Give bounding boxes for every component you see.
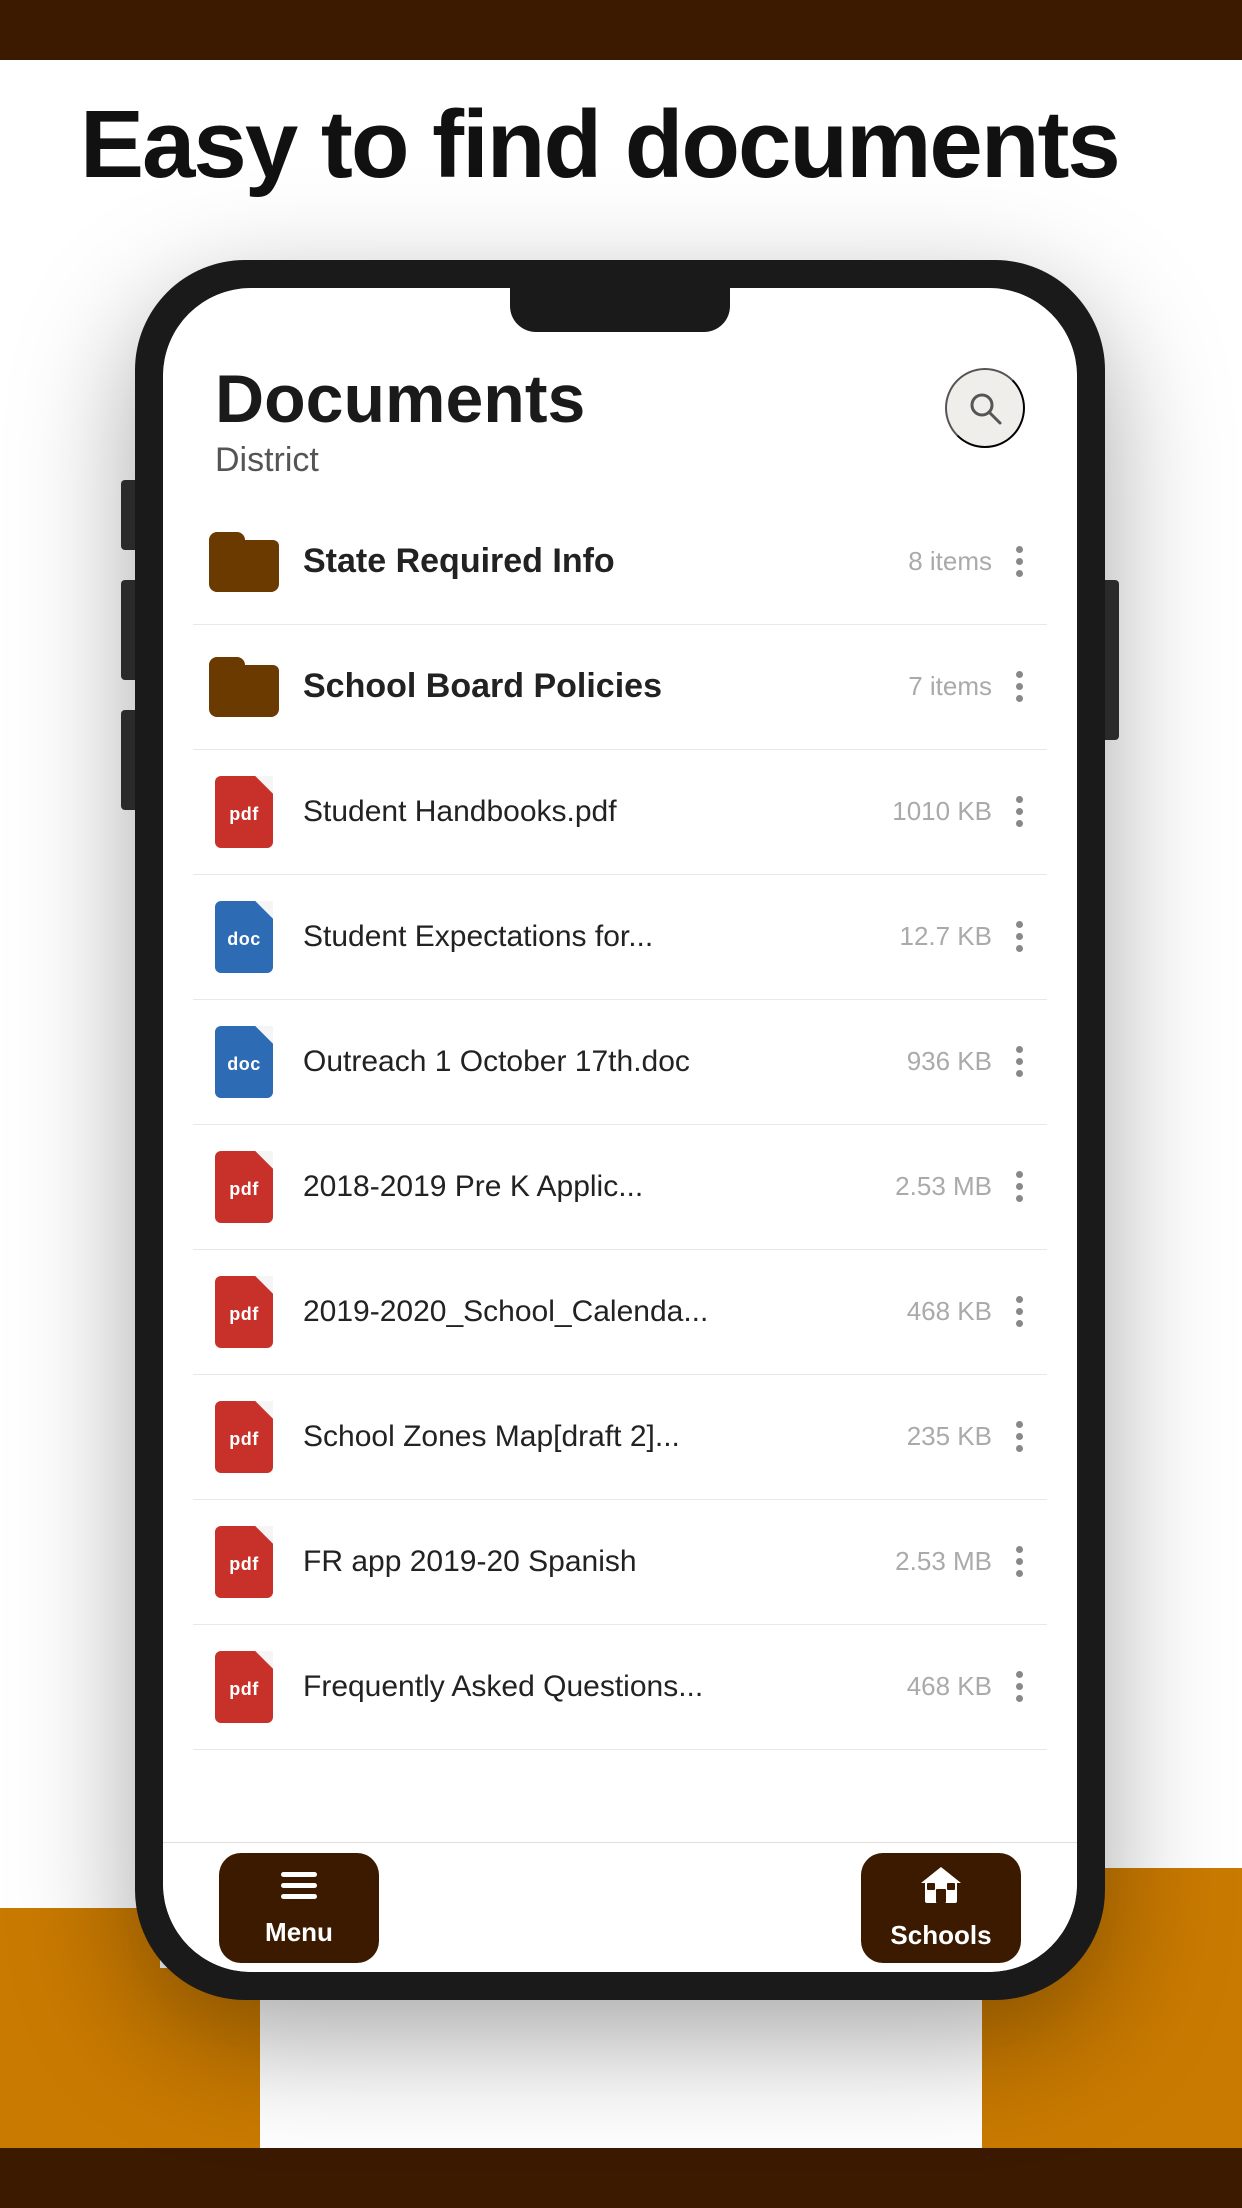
list-item[interactable]: doc Outreach 1 October 17th.doc 936 KB — [193, 1000, 1047, 1125]
phone-screen: Documents District — [163, 288, 1077, 1972]
more-button[interactable] — [1008, 1538, 1031, 1585]
bottom-bar — [0, 2148, 1242, 2208]
schools-icon — [921, 1865, 961, 1912]
pdf-icon: pdf — [209, 1147, 279, 1227]
more-button[interactable] — [1008, 788, 1031, 835]
list-item[interactable]: pdf School Zones Map[draft 2]... 235 KB — [193, 1375, 1047, 1500]
list-item[interactable]: School Board Policies 7 items — [193, 625, 1047, 750]
doc-icon: doc — [209, 897, 279, 977]
more-button[interactable] — [1008, 1038, 1031, 1085]
file-meta: 235 KB — [907, 1421, 992, 1452]
pdf-icon: pdf — [209, 1272, 279, 1352]
file-name: Outreach 1 October 17th.doc — [303, 1045, 907, 1079]
file-name: FR app 2019-20 Spanish — [303, 1545, 895, 1579]
top-bar — [0, 0, 1242, 60]
pdf-icon: pdf — [209, 1647, 279, 1727]
file-list: State Required Info 8 items School Board… — [163, 500, 1077, 1842]
file-meta: 2.53 MB — [895, 1546, 992, 1577]
notch — [510, 288, 730, 332]
more-button[interactable] — [1008, 1288, 1031, 1335]
tab-menu-label: Menu — [265, 1917, 333, 1948]
file-meta: 936 KB — [907, 1046, 992, 1077]
app-header: Documents District — [163, 346, 1077, 500]
folder-icon — [209, 522, 279, 602]
screen-content: Documents District — [163, 288, 1077, 1972]
file-name: 2019-2020_School_Calenda... — [303, 1295, 907, 1329]
file-name: Student Handbooks.pdf — [303, 795, 892, 829]
file-name: School Zones Map[draft 2]... — [303, 1420, 907, 1454]
phone-frame: Documents District — [135, 260, 1105, 2000]
pdf-icon: pdf — [209, 772, 279, 852]
page-headline: Easy to find documents — [80, 90, 1119, 200]
search-button[interactable] — [945, 368, 1025, 448]
file-name: Student Expectations for... — [303, 920, 899, 954]
file-meta: 7 items — [908, 671, 992, 702]
file-meta: 468 KB — [907, 1296, 992, 1327]
more-button[interactable] — [1008, 1663, 1031, 1710]
app-subtitle: District — [215, 441, 585, 480]
pdf-icon: pdf — [209, 1522, 279, 1602]
more-button[interactable] — [1008, 538, 1031, 585]
list-item[interactable]: doc Student Expectations for... 12.7 KB — [193, 875, 1047, 1000]
file-meta: 468 KB — [907, 1671, 992, 1702]
side-btn-volume-down — [121, 710, 135, 810]
folder-icon — [209, 647, 279, 727]
menu-icon — [281, 1867, 317, 1909]
file-meta: 8 items — [908, 546, 992, 577]
list-item[interactable]: pdf Frequently Asked Questions... 468 KB — [193, 1625, 1047, 1750]
more-button[interactable] — [1008, 913, 1031, 960]
tab-bar: Menu Schools — [163, 1842, 1077, 1972]
tab-schools-label: Schools — [890, 1920, 991, 1951]
side-btn-volume-up — [121, 580, 135, 680]
more-button[interactable] — [1008, 663, 1031, 710]
tab-menu[interactable]: Menu — [219, 1853, 379, 1963]
doc-icon: doc — [209, 1022, 279, 1102]
pdf-icon: pdf — [209, 1397, 279, 1477]
file-name: Frequently Asked Questions... — [303, 1670, 907, 1704]
side-btn-volume-toggle — [121, 480, 135, 550]
file-name: 2018-2019 Pre K Applic... — [303, 1170, 895, 1204]
file-meta: 12.7 KB — [899, 921, 992, 952]
list-item[interactable]: pdf FR app 2019-20 Spanish 2.53 MB — [193, 1500, 1047, 1625]
tab-schools[interactable]: Schools — [861, 1853, 1021, 1963]
deco-left-small — [0, 1908, 160, 1968]
file-meta: 1010 KB — [892, 796, 992, 827]
file-name: School Board Policies — [303, 667, 908, 706]
more-button[interactable] — [1008, 1163, 1031, 1210]
file-name: State Required Info — [303, 542, 908, 581]
app-title: Documents — [215, 362, 585, 437]
search-icon — [966, 389, 1004, 427]
side-btn-power — [1105, 580, 1119, 740]
list-item[interactable]: pdf 2018-2019 Pre K Applic... 2.53 MB — [193, 1125, 1047, 1250]
list-item[interactable]: pdf 2019-2020_School_Calenda... 468 KB — [193, 1250, 1047, 1375]
more-button[interactable] — [1008, 1413, 1031, 1460]
list-item[interactable]: State Required Info 8 items — [193, 500, 1047, 625]
file-meta: 2.53 MB — [895, 1171, 992, 1202]
list-item[interactable]: pdf Student Handbooks.pdf 1010 KB — [193, 750, 1047, 875]
